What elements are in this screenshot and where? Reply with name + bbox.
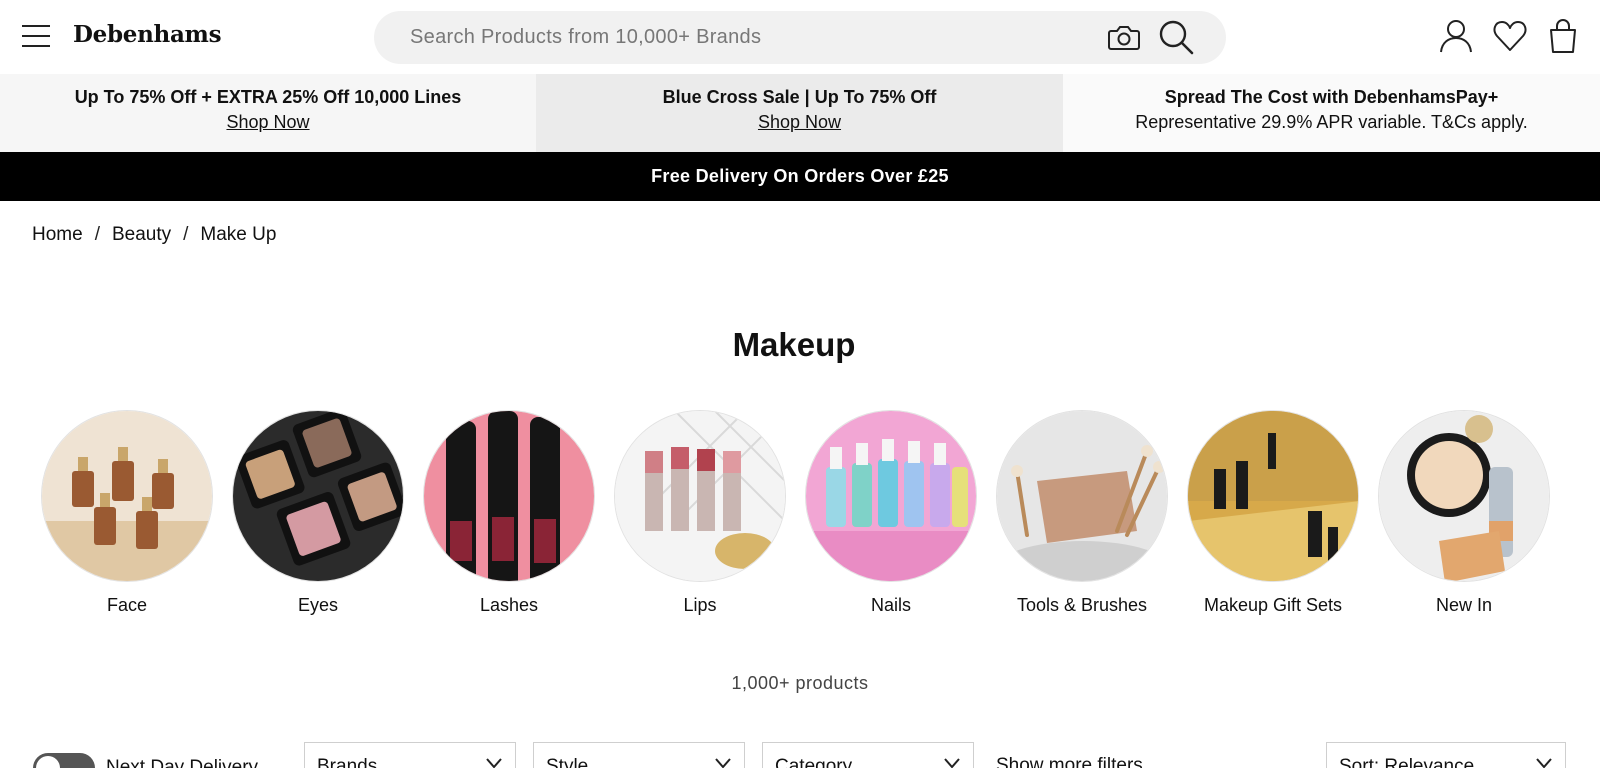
promo-strip: Up To 75% Off + EXTRA 25% Off 10,000 Lin… (0, 74, 1600, 152)
promo-sale[interactable]: Up To 75% Off + EXTRA 25% Off 10,000 Lin… (0, 74, 536, 152)
wishlist-heart-icon[interactable] (1492, 18, 1528, 54)
shopping-bag-icon[interactable] (1545, 18, 1581, 54)
category-label: Makeup Gift Sets (1203, 595, 1343, 615)
category-makeup-gift-sets-image (1187, 410, 1359, 582)
menu-icon[interactable] (20, 22, 52, 48)
breadcrumb-home[interactable]: Home (32, 224, 83, 246)
promo-title: Up To 75% Off + EXTRA 25% Off 10,000 Lin… (74, 87, 462, 107)
promo-subtitle: Representative 29.9% APR variable. T&Cs … (1135, 112, 1528, 132)
sort-dropdown[interactable]: Sort: Relevance (1326, 742, 1566, 768)
category-lashes[interactable]: Lashes (423, 410, 595, 616)
brands-filter[interactable]: Brands (304, 742, 516, 768)
breadcrumb-separator: / (183, 224, 189, 245)
category-lips-image (614, 410, 786, 582)
category-tools-brushes-image (996, 410, 1168, 582)
category-tools-brushes[interactable]: Tools & Brushes (996, 410, 1168, 616)
next-day-delivery-toggle[interactable] (33, 753, 95, 768)
promo-title: Spread The Cost with DebenhamsPay+ (1164, 87, 1499, 107)
category-face-image (41, 410, 213, 582)
category-lips[interactable]: Lips (614, 410, 786, 616)
site-header: Debenhams (0, 0, 1600, 74)
category-label: Lashes (479, 595, 539, 615)
chevron-down-icon (1536, 758, 1552, 768)
category-label: Nails (870, 595, 911, 615)
promo-debenhams-pay[interactable]: Spread The Cost with DebenhamsPay+ Repre… (1063, 74, 1600, 152)
search-icon[interactable] (1158, 19, 1194, 55)
promo-title: Blue Cross Sale | Up To 75% Off (662, 87, 937, 107)
logo[interactable]: Debenhams (73, 21, 222, 48)
camera-icon[interactable] (1107, 23, 1141, 53)
filter-label: Brands (317, 756, 378, 768)
breadcrumb-separator: / (94, 224, 100, 245)
category-makeup-gift-sets[interactable]: Makeup Gift Sets (1187, 410, 1359, 616)
product-count: 1,000+ products (731, 673, 869, 693)
filter-label: Category (775, 756, 853, 768)
account-icon[interactable] (1438, 18, 1474, 54)
category-new-in-image (1378, 410, 1550, 582)
category-filter[interactable]: Category (762, 742, 974, 768)
category-label: Face (106, 595, 148, 615)
category-label: Lips (683, 595, 717, 615)
sort-label: Sort: Relevance (1339, 756, 1475, 768)
breadcrumb-beauty[interactable]: Beauty (112, 224, 171, 246)
promo-blue-cross[interactable]: Blue Cross Sale | Up To 75% Off Shop Now (536, 74, 1063, 152)
category-lashes-image (423, 410, 595, 582)
style-filter[interactable]: Style (533, 742, 745, 768)
category-nails-image (805, 410, 977, 582)
category-eyes-image (232, 410, 404, 582)
breadcrumb: Home / Beauty / Make Up (32, 224, 276, 246)
category-label: Tools & Brushes (1016, 595, 1148, 615)
category-new-in[interactable]: New In (1378, 410, 1550, 616)
search-input[interactable] (410, 11, 1070, 64)
shop-now-link[interactable]: Shop Now (0, 109, 536, 136)
category-label: Eyes (297, 595, 339, 615)
show-more-filters-button[interactable]: Show more filters (996, 755, 1143, 768)
page-title: Makeup (732, 326, 856, 363)
category-carousel: Face Eyes Lashes Lips Nails Tools & Brus… (41, 410, 1561, 620)
breadcrumb-make-up[interactable]: Make Up (200, 224, 276, 246)
category-eyes[interactable]: Eyes (232, 410, 404, 616)
filter-label: Style (546, 756, 589, 768)
chevron-down-icon (486, 758, 502, 768)
category-nails[interactable]: Nails (805, 410, 977, 616)
search-bar (374, 11, 1226, 64)
free-delivery-banner[interactable]: Free Delivery On Orders Over £25 (0, 152, 1600, 201)
chevron-down-icon (944, 758, 960, 768)
category-face[interactable]: Face (41, 410, 213, 616)
chevron-down-icon (715, 758, 731, 768)
next-day-delivery-label: Next Day Delivery (106, 757, 259, 768)
category-label: New In (1435, 595, 1493, 615)
shop-now-link[interactable]: Shop Now (536, 109, 1063, 136)
